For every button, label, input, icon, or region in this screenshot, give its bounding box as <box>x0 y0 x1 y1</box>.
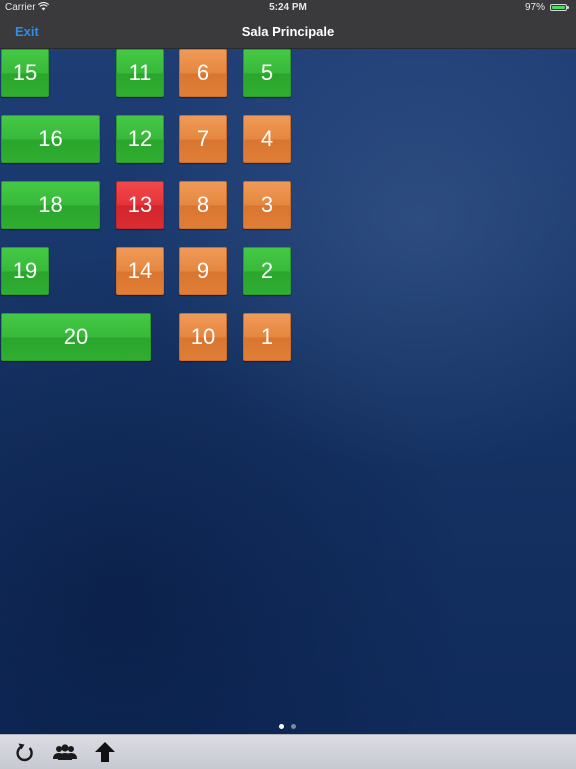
table-tile[interactable]: 10 <box>179 313 227 361</box>
battery-percent: 97% <box>524 2 545 13</box>
upload-button[interactable] <box>93 740 117 764</box>
table-number: 11 <box>128 60 152 85</box>
table-number: 19 <box>12 258 38 283</box>
battery-fill <box>552 6 565 9</box>
table-number: 14 <box>127 258 153 283</box>
table-tile[interactable]: 19 <box>1 247 49 295</box>
users-button[interactable] <box>52 740 78 764</box>
table-tile[interactable]: 5 <box>243 49 291 97</box>
page-title: Sala Principale <box>241 24 335 39</box>
table-number: 18 <box>38 192 63 217</box>
upload-arrow-icon <box>93 742 117 768</box>
table-tile[interactable]: 1 <box>243 313 291 361</box>
refresh-icon <box>13 743 37 768</box>
table-tile[interactable]: 13 <box>116 181 164 229</box>
table-number: 5 <box>260 60 274 85</box>
table-tile[interactable]: 6 <box>179 49 227 97</box>
bottom-toolbar <box>0 734 576 769</box>
table-tile[interactable]: 8 <box>179 181 227 229</box>
navigation-bar: Exit Sala Principale <box>0 16 576 49</box>
table-number: 3 <box>260 192 274 217</box>
table-tile[interactable]: 9 <box>179 247 227 295</box>
table-tile[interactable]: 4 <box>243 115 291 163</box>
table-number: 6 <box>196 60 210 85</box>
refresh-button[interactable] <box>13 740 37 764</box>
users-icon <box>52 744 78 768</box>
status-time: 5:24 PM <box>269 2 307 13</box>
table-number: 2 <box>260 258 274 283</box>
table-number: 8 <box>196 192 210 217</box>
table-tile[interactable]: 2 <box>243 247 291 295</box>
table-number: 10 <box>190 324 216 349</box>
table-tile[interactable]: 18 <box>1 181 100 229</box>
table-number: 20 <box>63 324 89 349</box>
page-dot-active[interactable] <box>279 724 284 729</box>
table-tile[interactable]: 7 <box>179 115 227 163</box>
table-number: 16 <box>38 126 63 151</box>
table-tile[interactable]: 20 <box>1 313 151 361</box>
table-tile[interactable]: 14 <box>116 247 164 295</box>
table-number: 7 <box>196 126 210 151</box>
table-number: 12 <box>127 126 153 151</box>
table-number: 9 <box>196 258 210 283</box>
table-tile[interactable]: 12 <box>116 115 164 163</box>
table-tile[interactable]: 11 <box>116 49 164 97</box>
page-dot[interactable] <box>291 724 296 729</box>
battery-icon <box>550 4 569 11</box>
table-tile[interactable]: 3 <box>243 181 291 229</box>
status-bar: Carrier 5:24 PM 97% <box>0 0 576 16</box>
table-number: 15 <box>12 60 38 85</box>
table-number: 1 <box>260 324 274 349</box>
table-tile[interactable]: 15 <box>1 49 49 97</box>
table-number: 4 <box>260 126 274 151</box>
table-number: 13 <box>127 192 153 217</box>
table-tile[interactable]: 16 <box>1 115 100 163</box>
